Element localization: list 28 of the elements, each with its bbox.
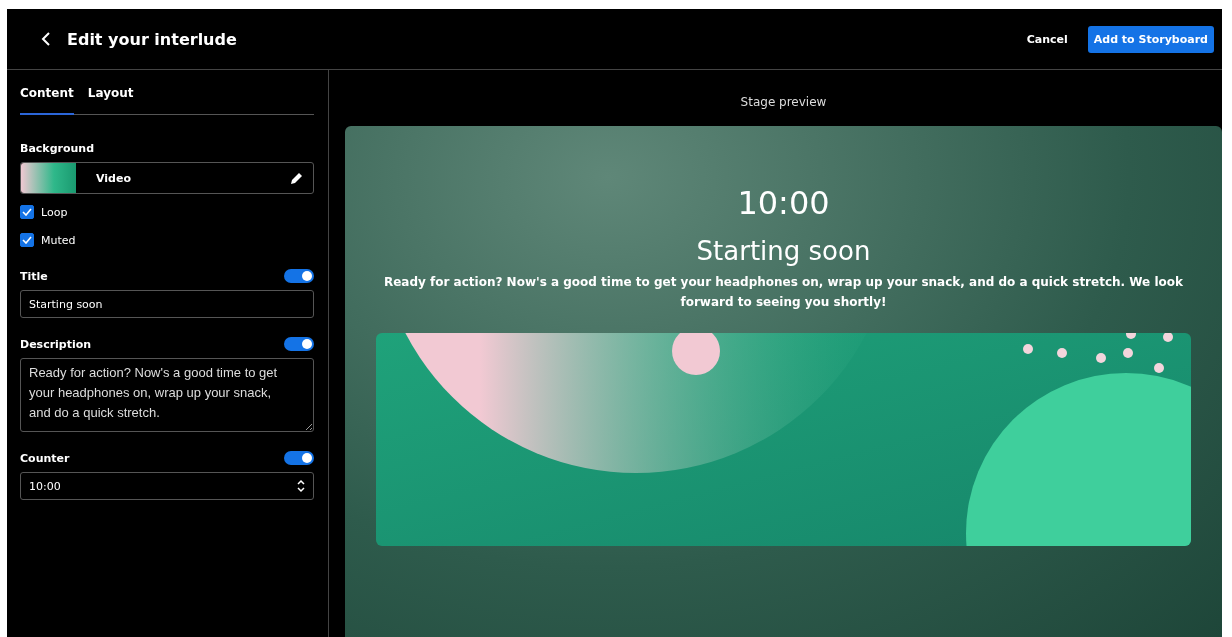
pencil-icon[interactable] [290, 171, 303, 185]
video-thumbnail [21, 163, 76, 193]
countdown-text: 10:00 [737, 184, 830, 222]
checkbox-label: Loop [41, 205, 68, 219]
preview-title: Starting soon [696, 236, 871, 266]
add-button[interactable]: Add to Storyboard [1087, 25, 1214, 53]
preview-heading: Stage preview [739, 95, 828, 109]
tab[interactable]: Content [20, 86, 74, 115]
checkbox-label: Muted [41, 233, 76, 247]
field-label: Background [20, 142, 96, 155]
field-label: Description [20, 337, 92, 351]
description-field[interactable]: Ready for action? Now's a good time to get your headphones on, wrap up your snack, and do a quick stretch. [20, 358, 314, 432]
toggle-switch[interactable] [284, 269, 314, 283]
toggle-switch[interactable] [284, 451, 314, 465]
field-label: Counter [20, 451, 70, 465]
title-field[interactable]: Starting soon [20, 290, 314, 318]
checkbox[interactable] [20, 233, 34, 247]
back-icon[interactable] [41, 32, 51, 46]
tab[interactable]: Layout [87, 86, 134, 115]
page-title: Edit your interlude [67, 29, 237, 49]
background-selector[interactable]: Video [20, 162, 314, 194]
preview-description: Ready for action? Now's a good time to get your headphones on, wrap up your snack, and do a quick stretch. We look forward to seeing you shortly! [383, 274, 1184, 311]
checkbox[interactable] [20, 205, 34, 219]
toggle-switch[interactable] [284, 337, 314, 351]
field-label: Title [20, 269, 48, 283]
cancel-button[interactable]: Cancel [1020, 31, 1074, 47]
stepper-icon[interactable] [297, 479, 305, 493]
counter-field[interactable]: 10:00 [20, 472, 314, 500]
